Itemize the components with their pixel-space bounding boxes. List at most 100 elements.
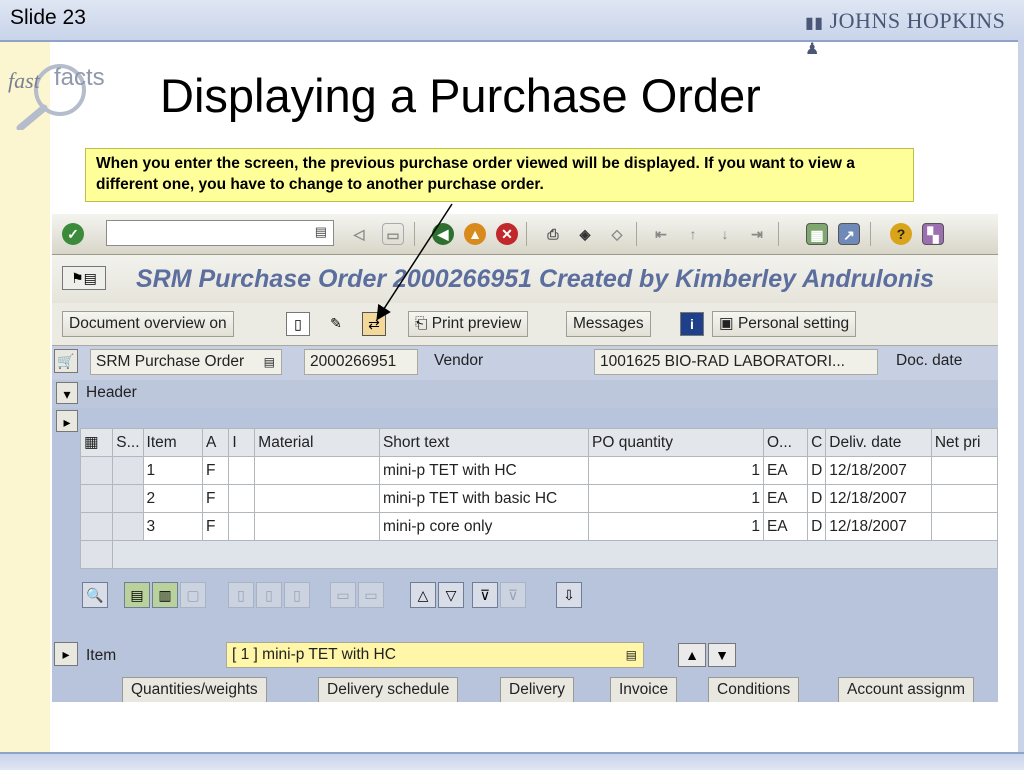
display-change-icon[interactable]: ✎ bbox=[324, 312, 348, 336]
i-cell[interactable] bbox=[228, 512, 256, 541]
collapse-item-icon[interactable]: ▸ bbox=[54, 642, 78, 666]
unit-cell[interactable]: EA bbox=[762, 484, 809, 513]
po-number-field[interactable]: 2000266951 bbox=[304, 349, 418, 375]
a-cell[interactable]: F bbox=[201, 484, 230, 513]
table-row[interactable]: 1 F mini-p TET with HC 1 EA D 12/18/2007 bbox=[79, 456, 998, 485]
tab-conditions[interactable]: Conditions bbox=[708, 677, 800, 702]
sort-descending-icon[interactable]: ▽ bbox=[438, 582, 464, 608]
find-next-icon[interactable]: ◇ bbox=[606, 223, 628, 245]
column-header[interactable]: I bbox=[228, 428, 256, 457]
services-for-object-icon[interactable]: ⚑▤ bbox=[62, 266, 106, 290]
last-page-icon[interactable]: ⇥ bbox=[746, 223, 768, 245]
material-cell[interactable] bbox=[254, 512, 380, 541]
qty-cell[interactable]: 1 bbox=[588, 512, 764, 541]
material-cell[interactable] bbox=[254, 484, 380, 513]
previous-item-button[interactable]: ▲ bbox=[678, 643, 706, 667]
column-header[interactable]: PO quantity bbox=[588, 428, 764, 457]
status-cell[interactable] bbox=[112, 456, 144, 485]
tab-invoice[interactable]: Invoice bbox=[610, 677, 678, 702]
dropdown-icon[interactable]: ▤ bbox=[315, 224, 327, 240]
back-arrow-icon[interactable]: ◁ bbox=[348, 223, 370, 245]
dropdown-icon[interactable]: ▤ bbox=[626, 643, 637, 667]
tab-quantities-weights[interactable]: Quantities/weights bbox=[122, 677, 267, 702]
save-icon[interactable]: ▭ bbox=[382, 223, 404, 245]
document-overview-button[interactable]: Document overview on bbox=[62, 311, 234, 337]
deliv-date-cell[interactable]: 12/18/2007 bbox=[825, 484, 932, 513]
tab-delivery-schedule[interactable]: Delivery schedule bbox=[318, 677, 459, 702]
paste-icon[interactable]: ▯ bbox=[284, 582, 310, 608]
header-section-label[interactable]: Header bbox=[86, 384, 137, 402]
select-all-icon[interactable]: ▤ bbox=[124, 582, 150, 608]
c-cell[interactable]: D bbox=[807, 512, 827, 541]
default-values-icon[interactable]: ⇩ bbox=[556, 582, 582, 608]
info-icon[interactable]: i bbox=[680, 312, 704, 336]
a-cell[interactable]: F bbox=[201, 456, 230, 485]
net-price-cell[interactable] bbox=[930, 484, 998, 513]
column-select-icon[interactable]: ▦ bbox=[79, 428, 114, 457]
document-type-select[interactable]: SRM Purchase Order ▤ bbox=[90, 349, 282, 375]
next-page-icon[interactable]: ↓ bbox=[714, 223, 736, 245]
column-header[interactable]: S... bbox=[112, 428, 144, 457]
print-icon[interactable]: ⎙ bbox=[542, 223, 564, 245]
status-cell[interactable] bbox=[112, 512, 144, 541]
qty-cell[interactable]: 1 bbox=[588, 484, 764, 513]
exit-icon[interactable]: ▲ bbox=[464, 223, 486, 245]
column-header[interactable]: O... bbox=[762, 428, 809, 457]
deliv-date-cell[interactable]: 12/18/2007 bbox=[825, 456, 932, 485]
c-cell[interactable]: D bbox=[807, 484, 827, 513]
item-cell[interactable]: 1 bbox=[142, 456, 203, 485]
select-block-icon[interactable]: ▢ bbox=[180, 582, 206, 608]
delete-row-icon[interactable]: ▭ bbox=[358, 582, 384, 608]
detail-icon[interactable]: 🔍 bbox=[82, 582, 108, 608]
enter-check-icon[interactable]: ✓ bbox=[62, 223, 84, 245]
a-cell[interactable]: F bbox=[201, 512, 230, 541]
print-preview-button[interactable]: ⎗ Print preview bbox=[408, 311, 529, 337]
qty-cell[interactable]: 1 bbox=[588, 456, 764, 485]
find-icon[interactable]: ◈ bbox=[574, 223, 596, 245]
dropdown-icon[interactable]: ▤ bbox=[264, 350, 275, 374]
new-session-icon[interactable]: ▦ bbox=[806, 223, 828, 245]
table-row[interactable]: 2 F mini-p TET with basic HC 1 EA D 12/1… bbox=[79, 484, 998, 513]
back-icon[interactable]: ◀ bbox=[432, 223, 454, 245]
column-header[interactable]: Item bbox=[142, 428, 203, 457]
i-cell[interactable] bbox=[228, 484, 256, 513]
copy-icon[interactable]: ▯ bbox=[256, 582, 282, 608]
row-selector[interactable] bbox=[79, 512, 114, 541]
i-cell[interactable] bbox=[228, 456, 256, 485]
shopping-cart-icon[interactable]: 🛒 bbox=[54, 349, 78, 373]
column-header[interactable]: Deliv. date bbox=[825, 428, 932, 457]
unit-cell[interactable]: EA bbox=[762, 512, 809, 541]
command-field[interactable]: ▤ bbox=[106, 220, 334, 246]
filter-off-icon[interactable]: ⊽ bbox=[500, 582, 526, 608]
next-item-button[interactable]: ▼ bbox=[708, 643, 736, 667]
tab-account-assignment[interactable]: Account assignm bbox=[838, 677, 975, 702]
column-header[interactable]: Short text bbox=[378, 428, 590, 457]
column-header[interactable]: C bbox=[807, 428, 827, 457]
first-page-icon[interactable]: ⇤ bbox=[650, 223, 672, 245]
deliv-date-cell[interactable]: 12/18/2007 bbox=[825, 512, 932, 541]
cancel-icon[interactable]: ✕ bbox=[496, 223, 518, 245]
unit-cell[interactable]: EA bbox=[762, 456, 809, 485]
short-text-cell[interactable]: mini-p core only bbox=[378, 512, 590, 541]
table-row[interactable]: 3 F mini-p core only 1 EA D 12/18/2007 bbox=[79, 512, 998, 541]
short-text-cell[interactable]: mini-p TET with HC bbox=[378, 456, 590, 485]
row-selector[interactable] bbox=[79, 540, 114, 569]
short-text-cell[interactable]: mini-p TET with basic HC bbox=[378, 484, 590, 513]
personal-setting-button[interactable]: ▣ Personal setting bbox=[712, 311, 857, 337]
other-purchase-order-icon[interactable]: ⇄ bbox=[362, 312, 386, 336]
column-header[interactable]: A bbox=[201, 428, 230, 457]
row-selector[interactable] bbox=[79, 456, 114, 485]
insert-row-icon[interactable]: ▭ bbox=[330, 582, 356, 608]
item-select[interactable]: [ 1 ] mini-p TET with HC ▤ bbox=[226, 642, 644, 668]
shortcut-icon[interactable]: ↗ bbox=[838, 223, 860, 245]
c-cell[interactable]: D bbox=[807, 456, 827, 485]
row-selector[interactable] bbox=[79, 484, 114, 513]
help-icon[interactable]: ? bbox=[890, 223, 912, 245]
delete-icon[interactable]: ▯ bbox=[228, 582, 254, 608]
material-cell[interactable] bbox=[254, 456, 380, 485]
vendor-field[interactable]: 1001625 BIO-RAD LABORATORI... bbox=[594, 349, 878, 375]
sort-ascending-icon[interactable]: △ bbox=[410, 582, 436, 608]
messages-button[interactable]: Messages bbox=[566, 311, 651, 337]
deselect-all-icon[interactable]: ▥ bbox=[152, 582, 178, 608]
status-cell[interactable] bbox=[112, 484, 144, 513]
